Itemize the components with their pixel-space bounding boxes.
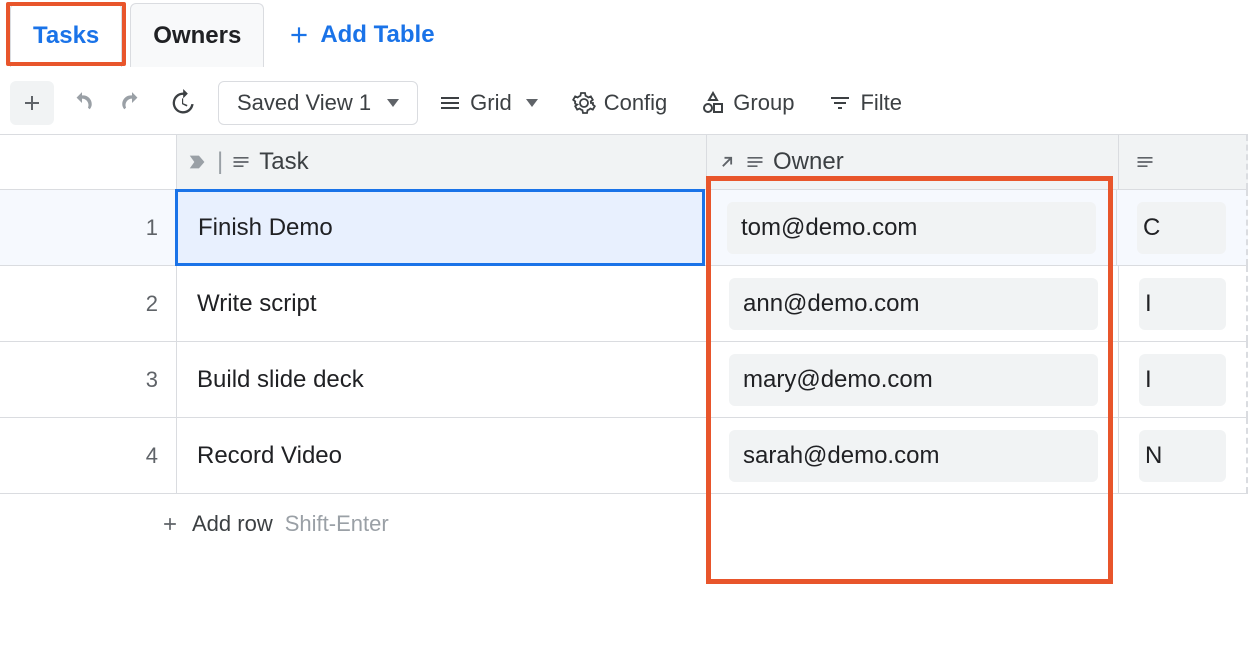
cell-extra[interactable]: I (1118, 266, 1248, 341)
group-label: Group (733, 90, 794, 116)
history-icon (168, 89, 196, 117)
config-button[interactable]: Config (558, 81, 682, 125)
cell-task[interactable]: Write script (176, 266, 706, 341)
arrow-up-right-icon (717, 152, 737, 172)
row-number: 3 (0, 342, 176, 417)
chevron-down-icon (387, 99, 399, 107)
tab-label: Tasks (33, 22, 99, 50)
tab-label: Owners (153, 22, 241, 50)
add-row-label: Add row (192, 511, 273, 537)
table-row: 1 Finish Demo tom@demo.com C (0, 190, 1248, 266)
add-table-button[interactable]: Add Table (286, 21, 434, 49)
tag-icon (187, 151, 209, 173)
text-icon (231, 152, 251, 172)
add-row-hint: Shift-Enter (285, 511, 389, 537)
owner-chip[interactable]: mary@demo.com (729, 354, 1098, 406)
column-header-owner[interactable]: Owner (706, 135, 1118, 189)
view-select[interactable]: Saved View 1 (218, 81, 418, 125)
menu-icon (438, 91, 462, 115)
grid-header: | Task Owner (0, 134, 1248, 190)
gear-icon (572, 91, 596, 115)
row-number: 4 (0, 418, 176, 493)
add-button[interactable] (10, 81, 54, 125)
plus-icon (286, 22, 312, 48)
add-table-label: Add Table (320, 21, 434, 49)
cell-extra[interactable]: C (1116, 190, 1248, 265)
grid: | Task Owner 1 Finish Demo tom@demo.com … (0, 134, 1248, 554)
view-type-label: Grid (470, 90, 512, 116)
shapes-icon (701, 91, 725, 115)
chevron-down-icon (526, 99, 538, 107)
cell-task[interactable]: Finish Demo (175, 189, 705, 266)
owner-chip[interactable]: tom@demo.com (727, 202, 1096, 254)
cell-owner[interactable]: tom@demo.com (704, 190, 1116, 265)
cell-extra[interactable]: N (1118, 418, 1248, 493)
row-number: 2 (0, 266, 176, 341)
column-header-task[interactable]: | Task (176, 135, 706, 189)
cell-extra[interactable]: I (1118, 342, 1248, 417)
redo-button[interactable] (110, 81, 154, 125)
text-icon (1135, 152, 1155, 172)
tab-tasks[interactable]: Tasks (10, 3, 122, 67)
row-number: 1 (0, 190, 176, 265)
column-header-extra[interactable] (1118, 135, 1248, 189)
table-row: 2 Write script ann@demo.com I (0, 266, 1248, 342)
rownum-header (0, 135, 176, 189)
filter-label: Filte (860, 90, 902, 116)
cell-owner[interactable]: mary@demo.com (706, 342, 1118, 417)
cell-task[interactable]: Record Video (176, 418, 706, 493)
group-button[interactable]: Group (687, 81, 808, 125)
tabs-bar: Tasks Owners Add Table (0, 0, 1248, 70)
tab-owners[interactable]: Owners (130, 3, 264, 67)
cell-owner[interactable]: ann@demo.com (706, 266, 1118, 341)
plus-icon (160, 514, 180, 534)
plus-icon (20, 91, 44, 115)
view-type-button[interactable]: Grid (424, 81, 552, 125)
filter-icon (828, 91, 852, 115)
view-select-label: Saved View 1 (237, 90, 371, 116)
history-button[interactable] (160, 81, 204, 125)
config-label: Config (604, 90, 668, 116)
owner-chip[interactable]: ann@demo.com (729, 278, 1098, 330)
cell-task[interactable]: Build slide deck (176, 342, 706, 417)
add-row-button[interactable]: Add row Shift-Enter (0, 494, 1248, 554)
table-row: 3 Build slide deck mary@demo.com I (0, 342, 1248, 418)
column-label: Task (259, 148, 308, 176)
filter-button[interactable]: Filte (814, 81, 916, 125)
column-label: Owner (773, 148, 844, 176)
cell-owner[interactable]: sarah@demo.com (706, 418, 1118, 493)
undo-icon (69, 90, 95, 116)
owner-chip[interactable]: sarah@demo.com (729, 430, 1098, 482)
toolbar: Saved View 1 Grid Config Group Filte (0, 70, 1248, 134)
undo-button[interactable] (60, 81, 104, 125)
redo-icon (119, 90, 145, 116)
table-row: 4 Record Video sarah@demo.com N (0, 418, 1248, 494)
text-icon (745, 152, 765, 172)
